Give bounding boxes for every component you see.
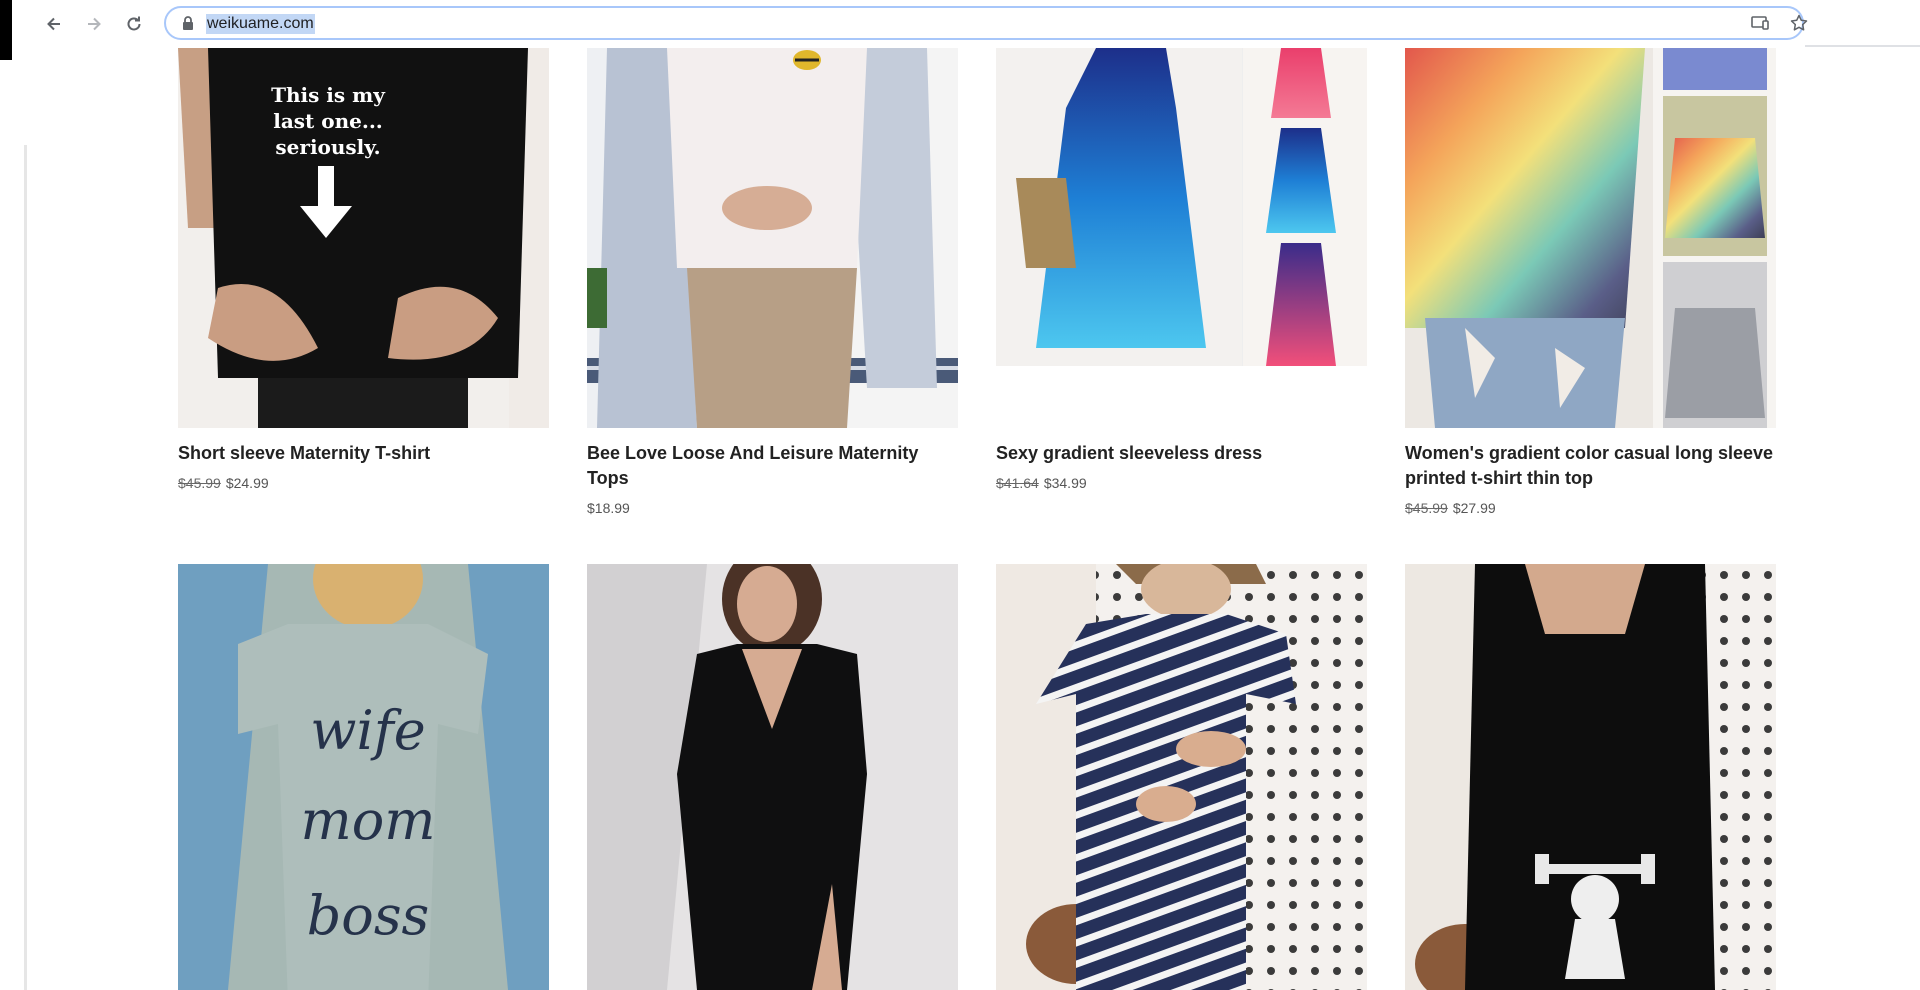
- sale-price: $34.99: [1043, 475, 1087, 491]
- product-price: $45.99 $24.99: [178, 475, 269, 491]
- original-price: $45.99: [178, 475, 221, 491]
- star-icon[interactable]: [1790, 14, 1808, 32]
- product-image[interactable]: This is my last one... seriously.: [178, 48, 549, 428]
- tshirt-print-word1: wife: [310, 699, 425, 762]
- reload-icon: [127, 16, 141, 31]
- url-text[interactable]: weikuame.com: [206, 14, 315, 34]
- product-image[interactable]: [996, 48, 1367, 366]
- back-button[interactable]: [40, 10, 68, 38]
- arrow-right-icon: [88, 17, 101, 31]
- product-title[interactable]: Short sleeve Maternity T-shirt: [178, 441, 549, 466]
- product-price: $41.64 $34.99: [996, 475, 1087, 491]
- toolbar-divider: [1805, 45, 1920, 47]
- tshirt-print-line2: last one...: [273, 109, 383, 133]
- tshirt-print-line1: This is my: [271, 83, 386, 107]
- product-image[interactable]: [1405, 564, 1776, 990]
- reload-button[interactable]: [120, 10, 148, 38]
- tshirt-print-line3: seriously.: [275, 135, 380, 159]
- browser-toolbar: weikuame.com: [24, 0, 1808, 47]
- product-image[interactable]: wife mom boss: [178, 564, 549, 990]
- sale-price: $27.99: [1452, 500, 1496, 516]
- lock-icon: [183, 16, 193, 30]
- product-price: $45.99 $27.99: [1405, 500, 1496, 516]
- product-price: $18.99: [587, 500, 630, 516]
- product-image[interactable]: [996, 564, 1367, 990]
- product-title[interactable]: Bee Love Loose And Leisure Maternity Top…: [587, 441, 958, 491]
- product-image[interactable]: [587, 48, 958, 428]
- left-edge-block: [0, 0, 12, 60]
- forward-button[interactable]: [80, 10, 108, 38]
- product-image[interactable]: [587, 564, 958, 990]
- arrow-left-icon: [47, 17, 60, 31]
- address-bar[interactable]: weikuame.com: [164, 6, 1808, 40]
- product-title[interactable]: Women's gradient color casual long sleev…: [1405, 441, 1776, 491]
- left-edge-rail: [24, 145, 27, 990]
- original-price: $45.99: [1405, 500, 1448, 516]
- product-image[interactable]: [1405, 48, 1776, 428]
- tshirt-print-word2: mom: [301, 789, 436, 852]
- product-title[interactable]: Sexy gradient sleeveless dress: [996, 441, 1367, 466]
- tshirt-print-word3: boss: [307, 884, 430, 947]
- cast-icon[interactable]: [1750, 14, 1770, 32]
- sale-price: $18.99: [587, 500, 630, 516]
- sale-price: $24.99: [225, 475, 269, 491]
- original-price: $41.64: [996, 475, 1039, 491]
